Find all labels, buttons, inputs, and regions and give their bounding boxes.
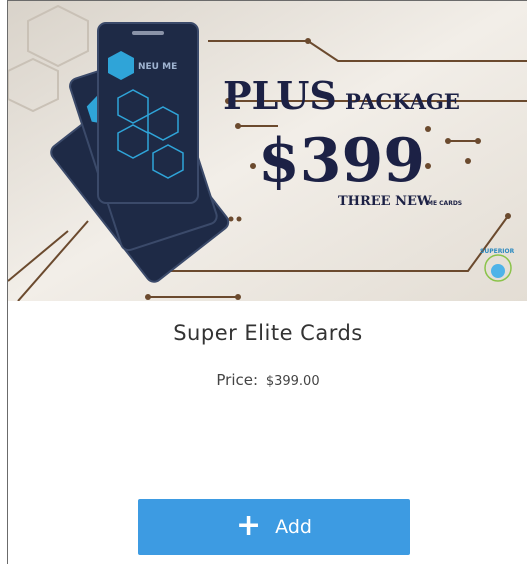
product-title: Super Elite Cards: [173, 321, 363, 345]
banner-price: $399: [258, 126, 425, 196]
product-card: NEU ME PLUS PACKAGE $399 THREE NEW ME CA…: [7, 0, 527, 564]
product-banner-image[interactable]: NEU ME PLUS PACKAGE $399 THREE NEW ME CA…: [8, 1, 527, 301]
price-label: Price:: [216, 371, 259, 389]
price-value: $399.00: [265, 374, 320, 389]
plus-icon: +: [236, 507, 262, 543]
product-price: Price: $399.00: [8, 371, 527, 389]
add-to-cart-button[interactable]: + Add: [138, 499, 410, 555]
card-brand-text: NEU ME: [138, 62, 177, 72]
subline-small: ME CARDS: [427, 200, 462, 207]
banner-graphic: NEU ME PLUS PACKAGE $399 THREE NEW ME CA…: [8, 1, 527, 301]
add-button-label: Add: [275, 516, 312, 538]
logo-text: SUPERIOR: [480, 248, 515, 255]
headline-plus: PLUS: [223, 73, 337, 118]
subline-main: THREE NEW: [338, 194, 432, 209]
headline-package: PACKAGE: [345, 89, 460, 114]
